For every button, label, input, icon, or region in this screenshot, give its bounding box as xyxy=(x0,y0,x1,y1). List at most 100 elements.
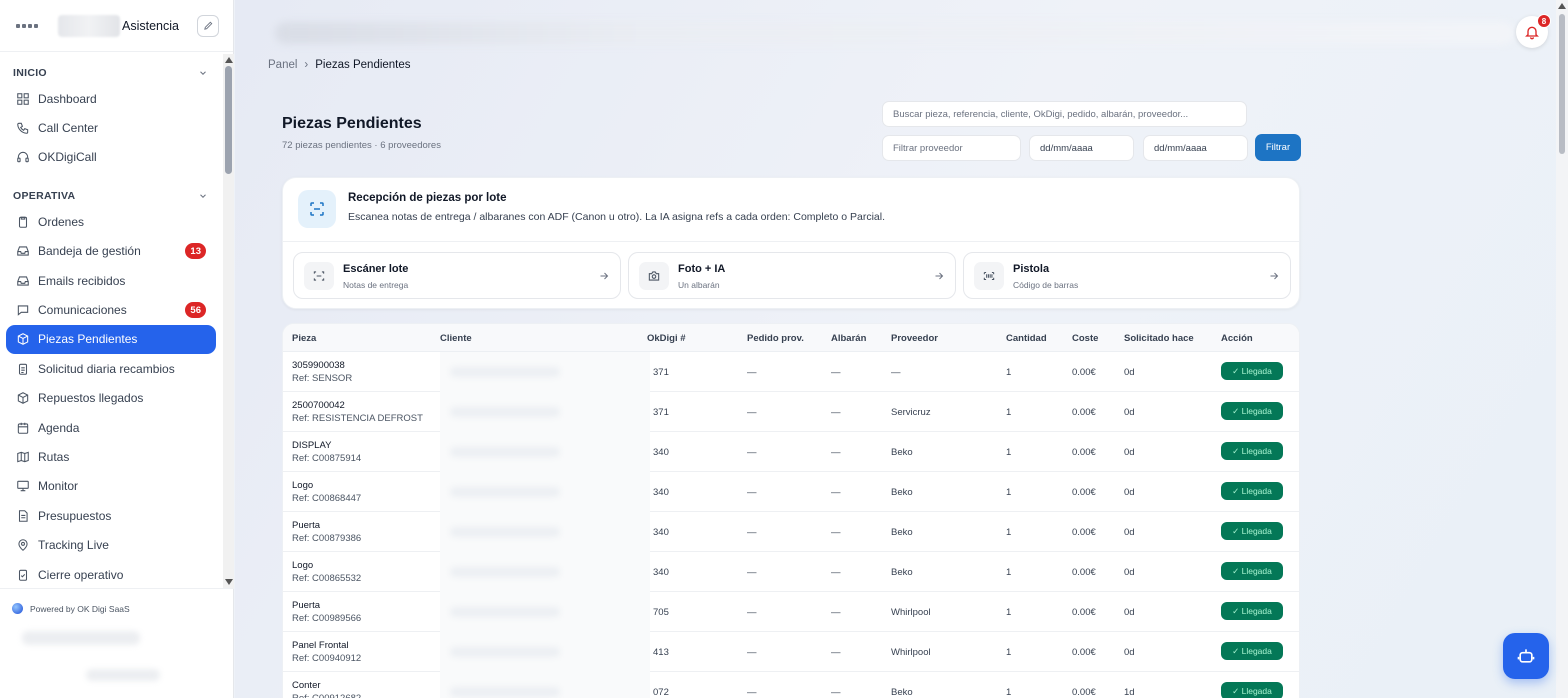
batch-option-barcode[interactable]: Pistola Código de barras xyxy=(963,252,1291,299)
table-row: DISPLAY Ref: C00875914 340 — — Beko 1 0.00€ 0d… xyxy=(283,432,1299,472)
cell-pedido: — xyxy=(747,527,757,538)
cell-okdigi: 371 xyxy=(653,367,669,378)
date-to-input[interactable]: dd/mm/aaaa xyxy=(1143,135,1248,161)
cell-coste: 0.00€ xyxy=(1072,527,1096,538)
breadcrumb-root[interactable]: Panel xyxy=(268,59,297,71)
sidebar-item-rutas[interactable]: Rutas xyxy=(6,442,216,471)
client-redacted xyxy=(440,552,650,592)
column-header: Cliente xyxy=(440,333,472,344)
batch-reception-card: Recepción de piezas por lote Escanea not… xyxy=(282,177,1300,309)
batch-option-scan[interactable]: Escáner lote Notas de entrega xyxy=(293,252,621,299)
client-redacted xyxy=(440,392,650,432)
cell-albaran: — xyxy=(831,527,841,538)
llegada-button[interactable]: ✓ Llegada xyxy=(1221,482,1283,500)
barcode-icon xyxy=(974,262,1004,290)
batch-option-camera[interactable]: Foto + IA Un albarán xyxy=(628,252,956,299)
sidebar-item-repuestos-llegados[interactable]: Repuestos llegados xyxy=(6,384,216,413)
map-icon xyxy=(16,450,30,464)
section-header-operativa[interactable]: OPERATIVA xyxy=(0,185,222,207)
llegada-button[interactable]: ✓ Llegada xyxy=(1221,522,1283,540)
cell-coste: 0.00€ xyxy=(1072,567,1096,578)
cell-cantidad: 1 xyxy=(1006,567,1012,578)
count-badge: 13 xyxy=(185,243,206,260)
table-row: Puerta Ref: C00989566 705 — — Whirlpool 1 0.0… xyxy=(283,592,1299,632)
page-subtitle: 72 piezas pendientes · 6 proveedores xyxy=(282,140,441,151)
sidebar-item-comunicaciones[interactable]: Comunicaciones 56 xyxy=(6,295,216,324)
dashboard-icon xyxy=(16,92,30,106)
assistant-bot-button[interactable] xyxy=(1503,633,1549,679)
edit-brand-button[interactable] xyxy=(197,14,219,37)
part-name: 2500700042 xyxy=(292,400,345,411)
table-row: Conter Ref: C00912682 072 — — Beko 1 0.00€ 1d ✓… xyxy=(283,672,1299,698)
cell-proveedor: — xyxy=(891,367,901,378)
scan-icon xyxy=(304,262,334,290)
sidebar-item-call-center[interactable]: Call Center xyxy=(6,113,216,142)
mail-inbox-icon xyxy=(16,274,30,288)
cell-pedido: — xyxy=(747,567,757,578)
sidebar-scrollbar[interactable] xyxy=(223,54,234,588)
breadcrumb-current: Piezas Pendientes xyxy=(315,59,411,71)
llegada-button[interactable]: ✓ Llegada xyxy=(1221,642,1283,660)
llegada-button[interactable]: ✓ Llegada xyxy=(1221,402,1283,420)
provider-filter-input[interactable]: Filtrar proveedor xyxy=(882,135,1021,161)
cell-okdigi: 340 xyxy=(653,487,669,498)
brand-name-redacted xyxy=(58,14,120,37)
cell-okdigi: 072 xyxy=(653,687,669,698)
cell-cantidad: 1 xyxy=(1006,687,1012,698)
table-row: Panel Frontal Ref: C00940912 413 — — Whirlp… xyxy=(283,632,1299,672)
brand-logo xyxy=(16,21,42,31)
monitor-icon xyxy=(16,479,30,493)
sidebar-item-ordenes[interactable]: Ordenes xyxy=(6,207,216,236)
llegada-button[interactable]: ✓ Llegada xyxy=(1221,602,1283,620)
part-name: Logo xyxy=(292,560,314,571)
sidebar-item-presupuestos[interactable]: Presupuestos xyxy=(6,501,216,530)
cell-hace: 0d xyxy=(1124,647,1135,658)
sidebar-item-agenda[interactable]: Agenda xyxy=(6,413,216,442)
filter-button[interactable]: Filtrar xyxy=(1255,134,1301,161)
search-input[interactable]: Buscar pieza, referencia, cliente, OkDig… xyxy=(882,101,1247,127)
camera-icon xyxy=(639,262,669,290)
main-scrollbar[interactable] xyxy=(1556,0,1568,698)
sidebar-item-label: Rutas xyxy=(38,449,70,464)
date-from-input[interactable]: dd/mm/aaaa xyxy=(1029,135,1134,161)
section-title: OPERATIVA xyxy=(13,190,76,203)
sidebar-item-emails-recibidos[interactable]: Emails recibidos xyxy=(6,266,216,295)
cell-hace: 0d xyxy=(1124,367,1135,378)
document-icon xyxy=(16,509,30,523)
cell-coste: 0.00€ xyxy=(1072,447,1096,458)
pencil-icon xyxy=(203,21,212,30)
option-title: Escáner lote xyxy=(343,263,409,275)
part-name: 3059900038 xyxy=(292,360,345,371)
client-redacted xyxy=(440,632,650,672)
llegada-button[interactable]: ✓ Llegada xyxy=(1221,562,1283,580)
sidebar-item-piezas-pendientes[interactable]: Piezas Pendientes xyxy=(6,324,216,355)
sidebar-item-label: Comunicaciones xyxy=(38,303,127,318)
scan-frame-icon xyxy=(298,190,336,228)
sidebar-item-okdigicall[interactable]: OKDigiCall xyxy=(6,143,216,172)
llegada-button[interactable]: ✓ Llegada xyxy=(1221,442,1283,460)
sidebar-item-solicitud-diaria-recambios[interactable]: Solicitud diaria recambios xyxy=(6,354,216,383)
section-title: INICIO xyxy=(13,67,47,79)
llegada-button[interactable]: ✓ Llegada xyxy=(1221,682,1283,698)
sidebar-item-tracking-live[interactable]: Tracking Live xyxy=(6,530,216,559)
option-subtitle: Código de barras xyxy=(1013,280,1079,290)
llegada-button[interactable]: ✓ Llegada xyxy=(1221,362,1283,380)
part-ref: Ref: C00989566 xyxy=(292,613,362,624)
table-header: Pieza Cliente OkDigi # Pedido prov. Albarán P… xyxy=(283,324,1299,352)
brand-name: Asistencia xyxy=(122,18,179,33)
cell-hace: 0d xyxy=(1124,487,1135,498)
sidebar-item-bandeja-de-gestion[interactable]: Bandeja de gestión 13 xyxy=(6,237,216,266)
sidebar-item-monitor[interactable]: Monitor xyxy=(6,472,216,501)
sidebar-item-label: Agenda xyxy=(38,420,80,435)
sidebar-item-label: OKDigiCall xyxy=(38,150,97,165)
count-badge: 56 xyxy=(185,302,206,319)
section-header-inicio[interactable]: INICIO xyxy=(0,62,222,84)
cell-okdigi: 413 xyxy=(653,647,669,658)
sidebar-item-label: Call Center xyxy=(38,121,99,136)
cell-albaran: — xyxy=(831,367,841,378)
client-redacted xyxy=(440,512,650,552)
sidebar-item-dashboard[interactable]: Dashboard xyxy=(6,84,216,113)
user-info-redacted xyxy=(22,631,140,645)
sidebar-item-cierre-operativo[interactable]: Cierre operativo xyxy=(6,560,216,586)
cell-proveedor: Beko xyxy=(891,447,913,458)
